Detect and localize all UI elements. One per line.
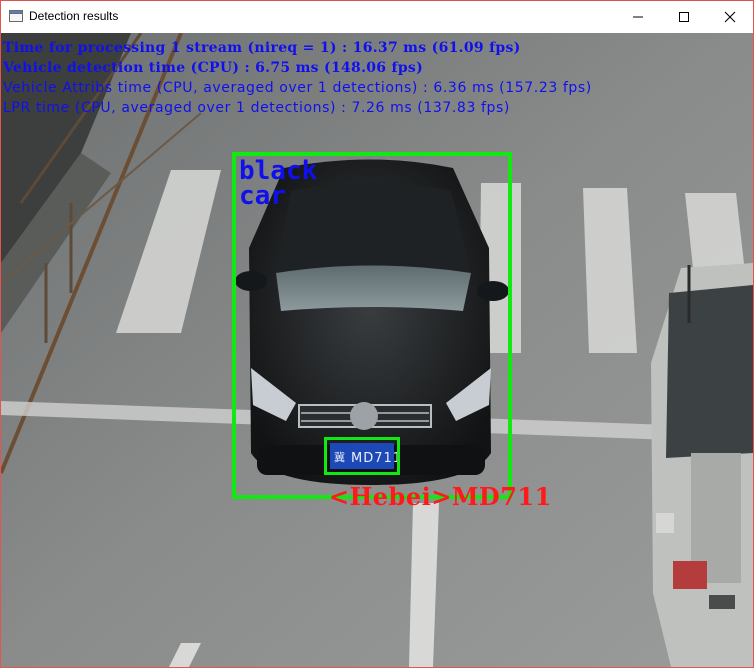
stat-vehicle-detection-time: Vehicle detection time (CPU) : 6.75 ms (… [3, 60, 424, 76]
maximize-icon [679, 11, 689, 22]
minimize-icon [633, 16, 643, 17]
video-frame: 冀 MD711 Time for processing 1 stream (ni… [1, 33, 753, 667]
title-bar[interactable]: Detection results [1, 1, 753, 32]
minimize-button[interactable] [615, 1, 661, 32]
maximize-button[interactable] [661, 1, 707, 32]
stat-vehicle-attribs-time: Vehicle Attribs time (CPU, averaged over… [3, 80, 592, 96]
window-title: Detection results [29, 9, 119, 23]
stat-lpr-time: LPR time (CPU, averaged over 1 detection… [3, 100, 510, 116]
plate-detection-box [324, 437, 400, 475]
stat-processing-time: Time for processing 1 stream (nireq = 1)… [3, 40, 521, 56]
vehicle-type-label: car [239, 181, 286, 211]
close-icon [724, 11, 736, 22]
app-icon [9, 10, 23, 22]
plate-recognition-label: <Hebei>MD711 [329, 482, 552, 511]
close-button[interactable] [707, 1, 753, 32]
detection-results-window: Detection results 冀 MD711 Time for proce… [0, 0, 754, 668]
